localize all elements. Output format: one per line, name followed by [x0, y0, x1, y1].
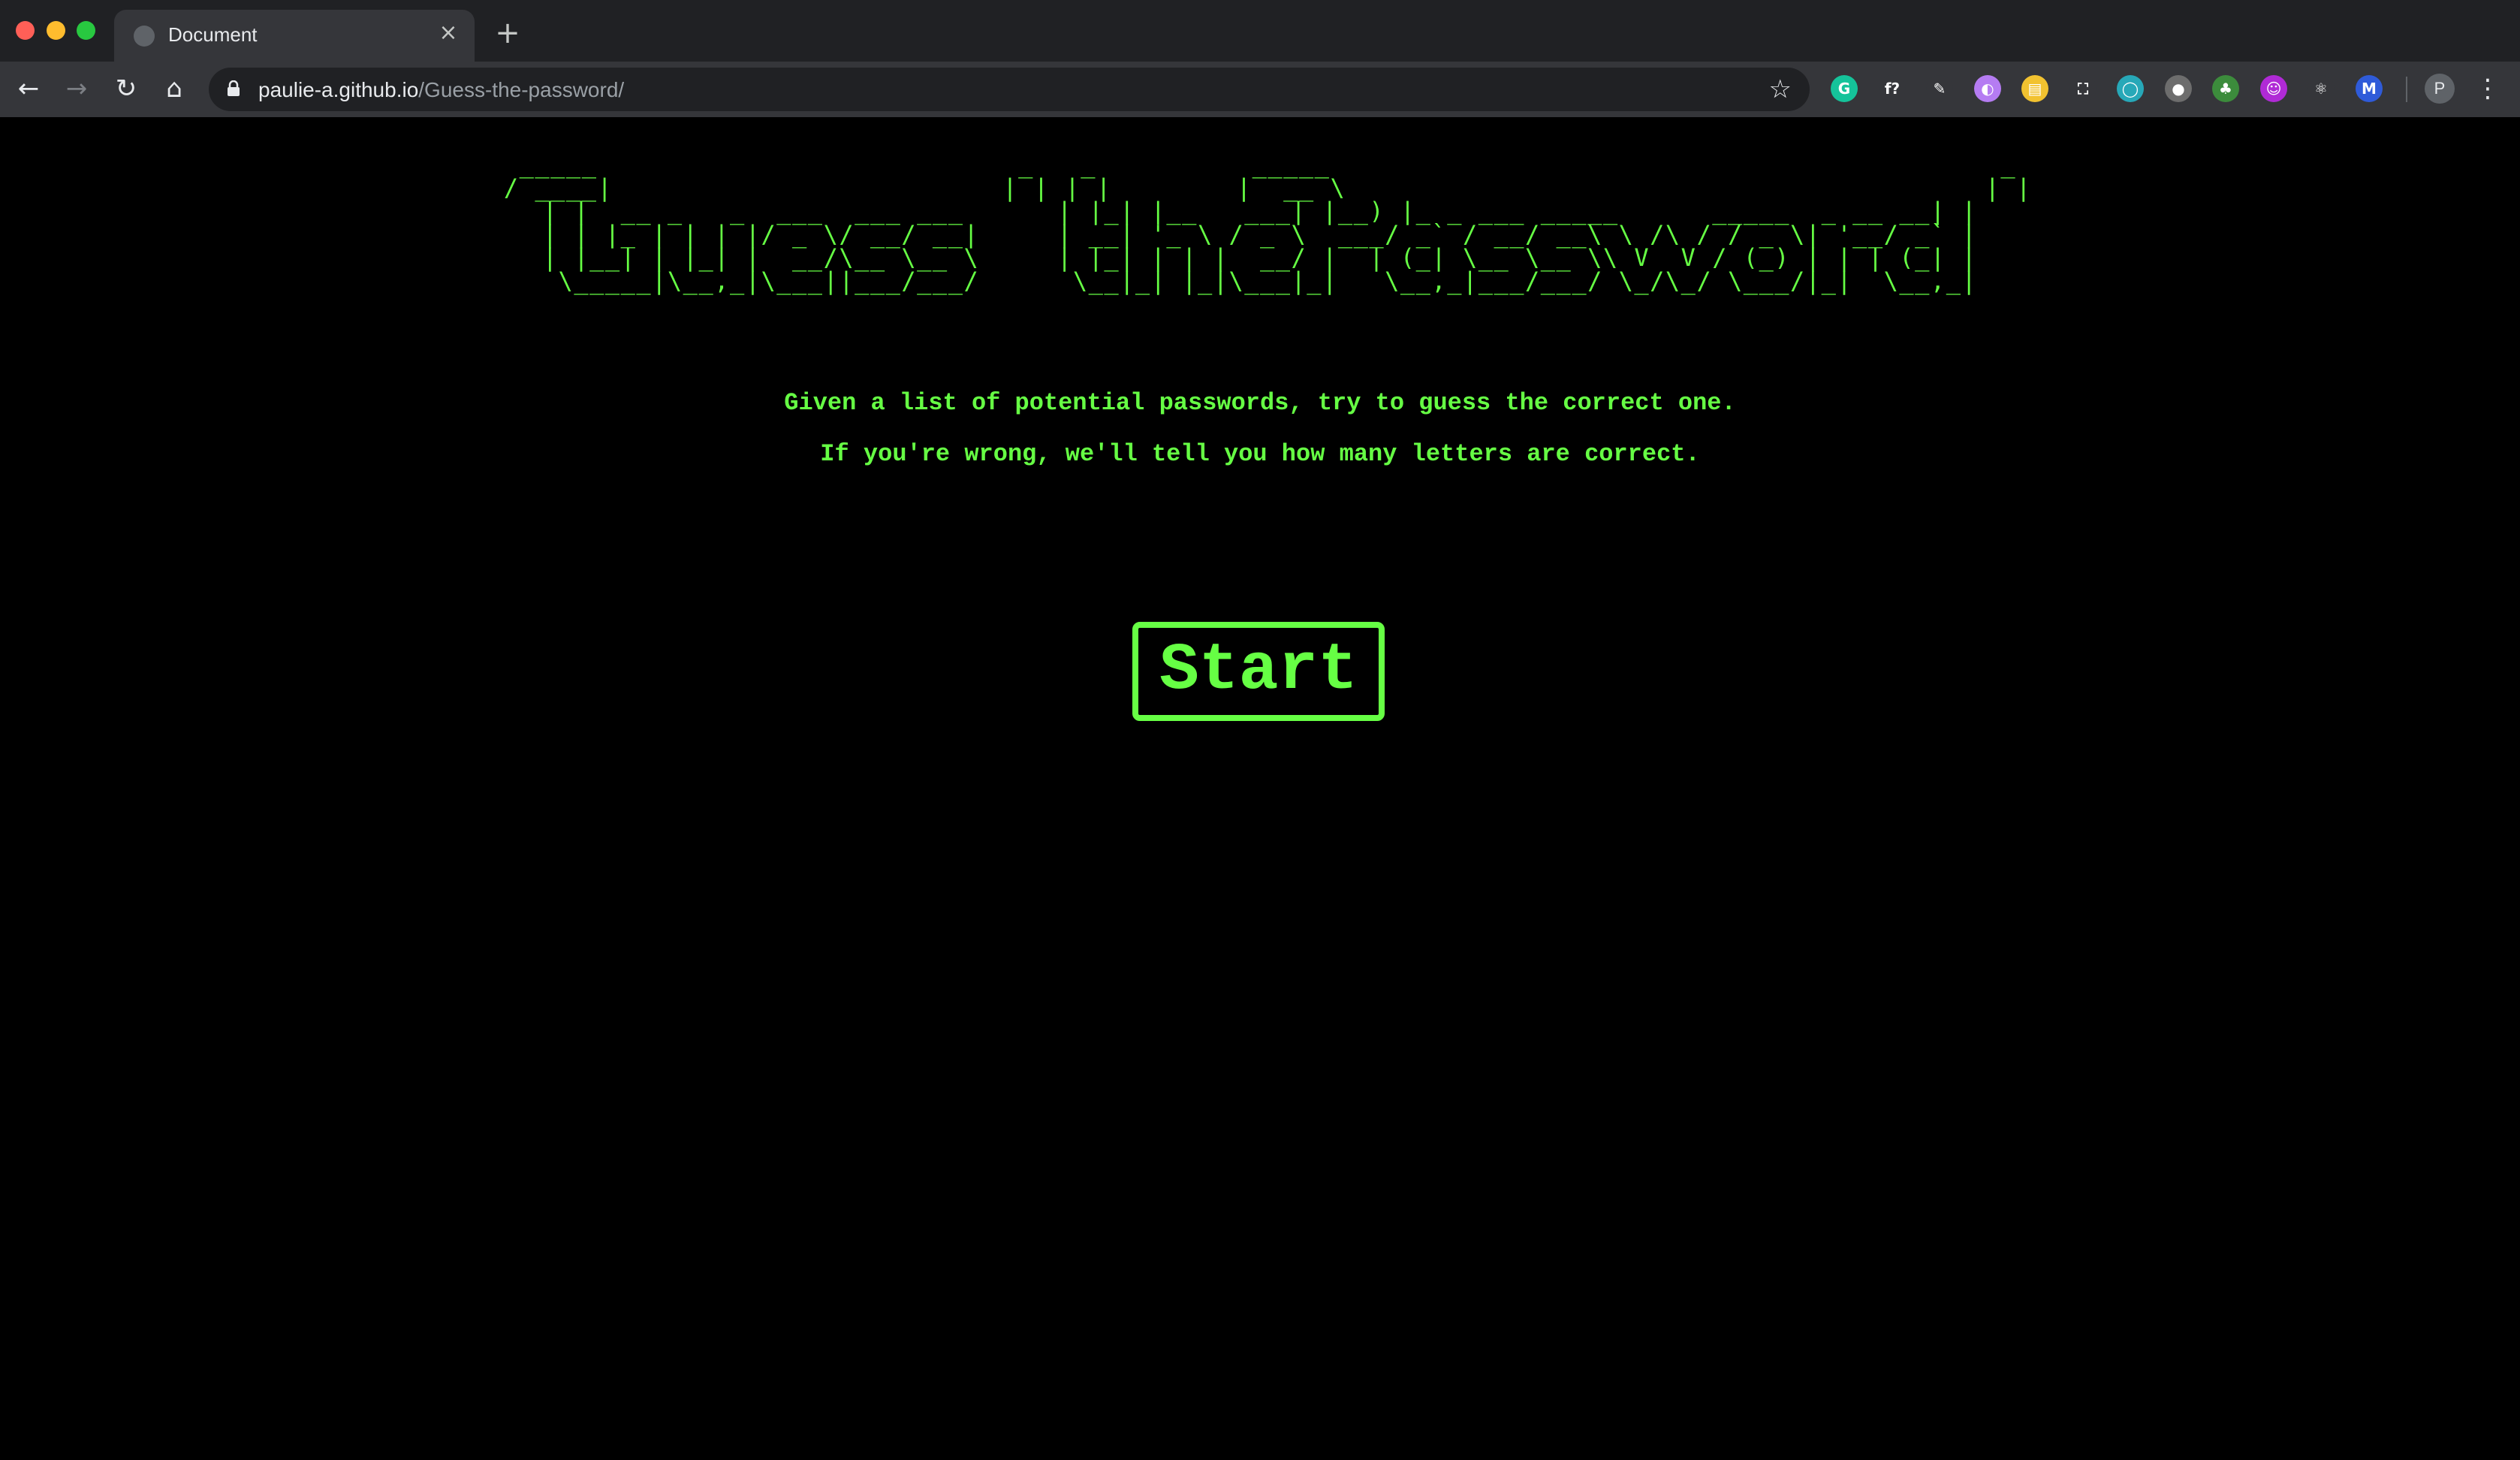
- circle-extension-icon[interactable]: ◯: [2117, 75, 2144, 102]
- start-button[interactable]: Start: [1132, 622, 1385, 721]
- maximize-window-button[interactable]: [77, 21, 95, 40]
- globe-icon: [134, 26, 155, 47]
- screenshot-extension-icon[interactable]: ⛶: [2069, 75, 2096, 102]
- intro-text-line-2: If you're wrong, we'll tell you how many…: [820, 440, 1700, 468]
- browser-toolbar: ← → ↻ ⌂ paulie-a.github.io/Guess-the-pas…: [0, 62, 2520, 117]
- home-icon[interactable]: ⌂: [158, 72, 191, 105]
- address-bar[interactable]: paulie-a.github.io/Guess-the-password/ ☆: [209, 68, 1810, 111]
- tree-extension-icon[interactable]: ♣: [2212, 75, 2239, 102]
- pen-extension-icon[interactable]: ✎: [1926, 75, 1953, 102]
- grammarly-extension-icon[interactable]: G: [1831, 75, 1858, 102]
- bookmark-star-icon[interactable]: ☆: [1769, 74, 1792, 105]
- profile-avatar[interactable]: P: [2425, 74, 2455, 104]
- page-content: _____ _ _ _____ _ / ____| | | | | | __ \…: [0, 117, 2520, 1460]
- notes-extension-icon[interactable]: ▤: [2021, 75, 2048, 102]
- tab-document[interactable]: Document ×: [114, 10, 475, 62]
- browser-chrome: Document × + ← → ↻ ⌂ paulie-a.github.io/…: [0, 0, 2520, 117]
- react-extension-icon[interactable]: ⚛: [2307, 75, 2335, 102]
- close-window-button[interactable]: [16, 21, 35, 40]
- minimize-window-button[interactable]: [47, 21, 65, 40]
- toolbar-divider: [2406, 77, 2407, 102]
- close-tab-icon[interactable]: ×: [436, 20, 461, 46]
- forward-arrow-icon[interactable]: →: [60, 72, 93, 105]
- new-tab-button[interactable]: +: [493, 18, 523, 48]
- face-extension-icon[interactable]: ☺: [2260, 75, 2287, 102]
- formula-extension-icon[interactable]: f?: [1879, 75, 1906, 102]
- tab-title: Document: [168, 23, 258, 46]
- color-picker-extension-icon[interactable]: ◐: [1974, 75, 2001, 102]
- url-host: paulie-a.github.io: [258, 78, 419, 101]
- lock-icon: [228, 80, 240, 96]
- reload-icon[interactable]: ↻: [110, 72, 143, 105]
- ascii-title-guess-the-password: _____ _ _ _____ _ / ____| | | | | | __ \…: [503, 150, 2032, 295]
- browser-menu-icon[interactable]: ⋮: [2475, 72, 2500, 105]
- tab-strip: Document × +: [0, 0, 2520, 62]
- back-arrow-icon[interactable]: ←: [12, 72, 45, 105]
- intro-text-line-1: Given a list of potential passwords, try…: [784, 389, 1736, 417]
- url-text: paulie-a.github.io/Guess-the-password/: [258, 78, 624, 102]
- url-path: /Guess-the-password/: [418, 78, 625, 101]
- bulb-extension-icon[interactable]: ●: [2165, 75, 2192, 102]
- m-extension-icon[interactable]: M: [2356, 75, 2383, 102]
